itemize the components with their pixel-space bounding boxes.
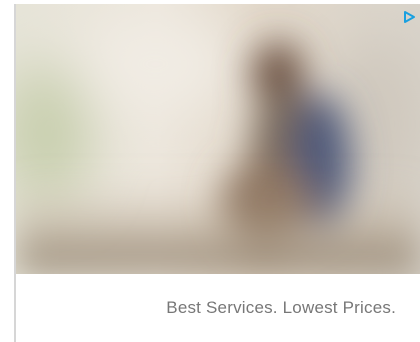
adchoices-triangle-icon[interactable] [402, 10, 416, 24]
ad-unit[interactable]: Best Services. Lowest Prices. [0, 0, 420, 342]
blurred-photo [16, 4, 420, 274]
ad-image[interactable] [16, 4, 420, 274]
ad-frame[interactable]: Best Services. Lowest Prices. [14, 4, 420, 342]
ad-headline[interactable]: Best Services. Lowest Prices. [16, 274, 420, 342]
